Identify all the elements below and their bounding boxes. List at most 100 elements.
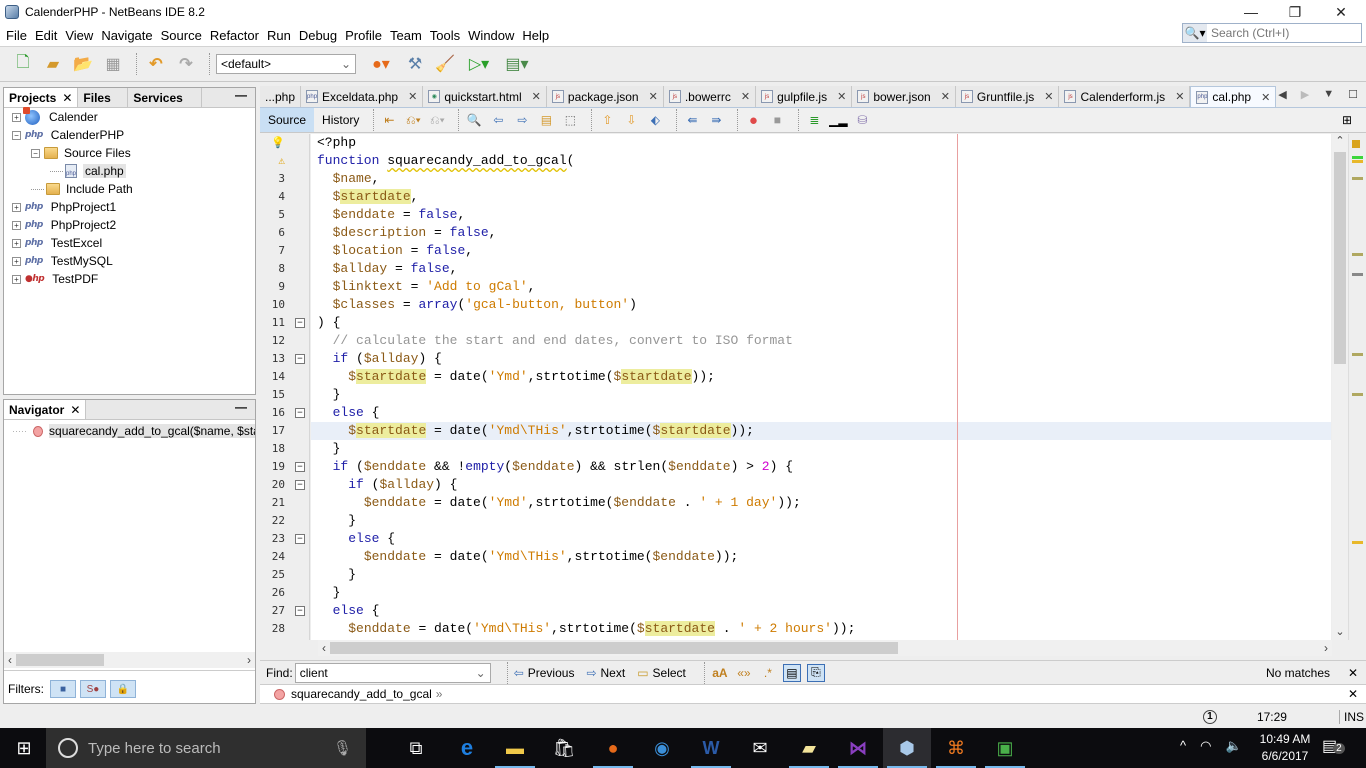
code-line[interactable]: $enddate = date('Ymd\THis',strtotime($st…: [311, 620, 1331, 638]
filter-static-toggle[interactable]: S●: [80, 680, 106, 698]
editor-tab[interactable]: js bower.json ✕: [852, 86, 956, 107]
new-file-icon[interactable]: 🗋: [10, 51, 36, 77]
quick-search-input[interactable]: 🔍▾ Search (Ctrl+I): [1182, 23, 1362, 43]
split-editor-icon[interactable]: ⊞: [1338, 111, 1356, 129]
new-project-icon[interactable]: ▰: [40, 51, 66, 77]
stripe-mark[interactable]: [1352, 156, 1363, 159]
stripe-mark[interactable]: [1352, 273, 1363, 276]
highlight-results-icon[interactable]: ▤: [782, 663, 801, 682]
undo-icon[interactable]: ↶: [143, 51, 169, 77]
uncomment-icon[interactable]: ▁▂: [829, 111, 847, 129]
next-tab-icon[interactable]: ▶: [1301, 88, 1309, 101]
run-project-icon[interactable]: ▷▾: [462, 51, 496, 77]
taskbar-search-box[interactable]: Type here to search 🎙: [46, 728, 366, 768]
menu-tools[interactable]: Tools: [426, 28, 464, 43]
menu-navigate[interactable]: Navigate: [97, 28, 156, 43]
last-edit-icon[interactable]: ⇤: [380, 111, 398, 129]
mail-taskbar-icon[interactable]: ✉: [736, 728, 784, 768]
regex-icon[interactable]: .*: [759, 664, 777, 682]
expand-icon[interactable]: +: [12, 202, 21, 212]
code-line[interactable]: if ($allday) {: [311, 350, 1331, 368]
tree-item[interactable]: + php TestExcel: [8, 234, 255, 252]
tab-projects[interactable]: Projects ✕: [4, 88, 79, 107]
find-icon[interactable]: 🔍: [465, 111, 483, 129]
toggle-bookmark-icon[interactable]: ⬖: [646, 111, 664, 129]
tree-item[interactable]: + Calender: [8, 106, 255, 126]
close-icon[interactable]: ✕: [62, 91, 72, 105]
close-breadcrumb-icon[interactable]: ✕: [1348, 687, 1358, 701]
code-line[interactable]: }: [311, 386, 1331, 404]
tree-item[interactable]: + php TestMySQL: [8, 252, 255, 270]
close-find-icon[interactable]: ✕: [1348, 666, 1358, 680]
code-line[interactable]: $startdate,: [311, 188, 1331, 206]
stripe-mark[interactable]: [1352, 177, 1363, 180]
editor-tab[interactable]: php Exceldata.php ✕: [301, 86, 424, 107]
maximize-editor-icon[interactable]: ☐: [1348, 88, 1358, 101]
code-line[interactable]: ) {: [311, 314, 1331, 332]
scroll-thumb[interactable]: [1334, 152, 1346, 364]
close-tab-icon[interactable]: ✕: [532, 90, 541, 103]
fold-icon[interactable]: −: [295, 318, 305, 328]
expand-icon[interactable]: +: [12, 256, 21, 266]
code-line[interactable]: function squarecandy_add_to_gcal(: [311, 152, 1331, 170]
menu-file[interactable]: File: [2, 28, 31, 43]
find-previous-button[interactable]: ⇦ Previous: [514, 666, 575, 680]
minimize-panel-icon[interactable]: —: [227, 88, 255, 107]
find-previous-icon[interactable]: ⇦: [489, 111, 507, 129]
fold-icon[interactable]: −: [295, 480, 305, 490]
menu-run[interactable]: Run: [263, 28, 295, 43]
store-icon[interactable]: 🛍: [540, 728, 588, 768]
code-line[interactable]: $startdate = date('Ymd\THis',strtotime($…: [311, 422, 1331, 440]
fold-icon[interactable]: −: [295, 606, 305, 616]
forward-icon[interactable]: ⎌▾: [428, 111, 446, 129]
close-tab-icon[interactable]: ✕: [941, 90, 950, 103]
minimize-button[interactable]: —: [1228, 0, 1274, 24]
editor-tab[interactable]: ◉ quickstart.html ✕: [423, 86, 547, 107]
build-hammer-icon[interactable]: ⚒: [402, 51, 428, 77]
code-line[interactable]: else {: [311, 530, 1331, 548]
comment-icon[interactable]: ≣: [805, 111, 823, 129]
code-line[interactable]: }: [311, 566, 1331, 584]
close-tab-icon[interactable]: ✕: [1261, 91, 1270, 104]
code-line[interactable]: <?php: [311, 134, 1331, 152]
sticky-notes-icon[interactable]: ▰: [785, 728, 833, 768]
scroll-down-icon[interactable]: ⌄: [1332, 625, 1348, 638]
minimize-panel-icon[interactable]: —: [227, 400, 255, 419]
collapse-icon[interactable]: −: [12, 130, 21, 140]
scroll-right-icon[interactable]: ›: [1324, 641, 1328, 655]
editor-tab[interactable]: ...php: [260, 86, 302, 107]
next-bookmark-icon[interactable]: ⇩: [622, 111, 640, 129]
scroll-left-icon[interactable]: ‹: [8, 653, 12, 667]
code-line[interactable]: $classes = array('gcal-button, button'): [311, 296, 1331, 314]
find-select-button[interactable]: ▭ Select: [637, 666, 686, 680]
word-taskbar-icon[interactable]: W: [687, 728, 735, 768]
scroll-up-icon[interactable]: ⌃: [1332, 134, 1348, 147]
code-line[interactable]: // calculate the start and end dates, co…: [311, 332, 1331, 350]
stripe-mark[interactable]: [1352, 541, 1363, 544]
scroll-thumb[interactable]: [16, 654, 104, 666]
app-taskbar-icon[interactable]: ◉: [638, 728, 686, 768]
windows-start-icon[interactable]: ⊞: [0, 728, 48, 768]
prev-bookmark-icon[interactable]: ⇧: [598, 111, 616, 129]
rect-selection-icon[interactable]: ⬚: [561, 111, 579, 129]
editor-tab[interactable]: js Gruntfile.js ✕: [955, 86, 1060, 107]
filter-fields-toggle[interactable]: ■: [50, 680, 76, 698]
action-center-icon[interactable]: ▤2: [1322, 736, 1345, 756]
restore-button[interactable]: ❐: [1272, 0, 1318, 24]
open-project-icon[interactable]: 📂: [70, 51, 96, 77]
edge-browser-icon[interactable]: e: [443, 728, 491, 768]
find-next-icon[interactable]: ⇨: [513, 111, 531, 129]
firefox-taskbar-icon[interactable]: ●: [589, 728, 637, 768]
chevron-down-icon[interactable]: ⌄: [476, 666, 486, 680]
collapse-icon[interactable]: −: [31, 148, 40, 158]
close-icon[interactable]: ✕: [70, 403, 80, 417]
code-line[interactable]: $enddate = date('Ymd',strtotime($enddate…: [311, 494, 1331, 512]
code-line[interactable]: $allday = false,: [311, 260, 1331, 278]
tree-item[interactable]: + php PhpProject1: [8, 198, 255, 216]
editor-tab[interactable]: js .bowerrc ✕: [663, 86, 757, 107]
code-line[interactable]: $description = false,: [311, 224, 1331, 242]
close-tab-icon[interactable]: ✕: [408, 90, 417, 103]
fold-icon[interactable]: −: [295, 534, 305, 544]
whole-words-icon[interactable]: «»: [735, 664, 753, 682]
menu-edit[interactable]: Edit: [31, 28, 61, 43]
